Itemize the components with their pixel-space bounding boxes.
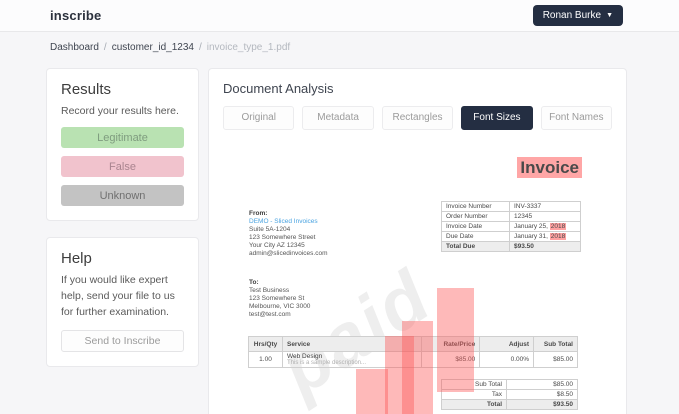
to-line: Melbourne, VIC 3000 (249, 303, 310, 311)
breadcrumb-current-file: invoice_type_1.pdf (207, 42, 290, 53)
user-name: Ronan Burke (543, 10, 601, 21)
detail-value: 12345 (510, 212, 581, 222)
to-label: To: (249, 279, 310, 287)
user-menu-button[interactable]: Ronan Burke ▼ (533, 5, 623, 26)
item-qty: 1.00 (249, 352, 283, 368)
highlighted-year: 2018 (550, 233, 566, 240)
help-title: Help (61, 250, 184, 267)
invoice-title-highlighted: Invoice (517, 157, 582, 178)
tab-rectangles[interactable]: Rectangles (382, 106, 453, 130)
legitimate-button[interactable]: Legitimate (61, 127, 184, 148)
detail-value: January 31, 2018 (510, 232, 581, 242)
detail-label: Invoice Date (442, 222, 510, 232)
results-card: Results Record your results here. Legiti… (46, 68, 199, 221)
tab-original[interactable]: Original (223, 106, 294, 130)
total-value: $85.00 (507, 380, 578, 390)
detail-label: Invoice Number (442, 202, 510, 212)
table-row: Invoice Date January 25, 2018 (442, 222, 581, 232)
sidebar: Results Record your results here. Legiti… (46, 68, 199, 367)
detail-label: Total Due (442, 242, 510, 252)
results-subtitle: Record your results here. (61, 104, 184, 119)
font-size-rectangle (356, 369, 388, 414)
grand-total-row: Total $93.50 (442, 400, 578, 410)
from-label: From: (249, 210, 328, 218)
invoice-details-table: Invoice Number INV-3337 Order Number 123… (441, 201, 581, 252)
total-due-row: Total Due $93.50 (442, 242, 581, 252)
breadcrumb-separator: / (199, 42, 202, 53)
detail-label: Order Number (442, 212, 510, 222)
from-line: admin@slicedinvoices.com (249, 250, 328, 258)
help-body-text: If you would like expert help, send your… (61, 273, 184, 320)
invoice-from-block: From: DEMO - Sliced Invoices Suite 5A-12… (249, 210, 328, 258)
detail-value: INV-3337 (510, 202, 581, 212)
font-size-rectangle (402, 321, 433, 414)
detail-value: $93.50 (510, 242, 581, 252)
breadcrumb: Dashboard / customer_id_1234 / invoice_t… (50, 42, 629, 53)
table-row: Invoice Number INV-3337 (442, 202, 581, 212)
from-company-link: DEMO - Sliced Invoices (249, 218, 328, 226)
total-value: $93.50 (507, 400, 578, 410)
table-row: Due Date January 31, 2018 (442, 232, 581, 242)
unknown-button[interactable]: Unknown (61, 185, 184, 206)
table-row: Order Number 12345 (442, 212, 581, 222)
font-size-rectangle (437, 288, 474, 392)
item-adjust: 0.00% (480, 352, 534, 368)
false-button[interactable]: False (61, 156, 184, 177)
col-header: Hrs/Qty (249, 337, 283, 352)
breadcrumb-dashboard[interactable]: Dashboard (50, 42, 99, 53)
total-value: $8.50 (507, 390, 578, 400)
page-title: Document Analysis (223, 81, 612, 96)
from-line: Your City AZ 12345 (249, 242, 328, 250)
to-line: 123 Somewhere St (249, 295, 310, 303)
results-title: Results (61, 81, 184, 98)
help-card: Help If you would like expert help, send… (46, 237, 199, 367)
highlighted-year: 2018 (550, 223, 566, 230)
detail-value: January 25, 2018 (510, 222, 581, 232)
item-subtotal: $85.00 (534, 352, 578, 368)
tab-font-sizes[interactable]: Font Sizes (461, 106, 532, 130)
col-header: Adjust (480, 337, 534, 352)
to-line: Test Business (249, 287, 310, 295)
chevron-down-icon: ▼ (606, 12, 613, 19)
to-line: test@test.com (249, 311, 310, 319)
send-to-inscribe-button[interactable]: Send to Inscribe (61, 330, 184, 352)
analysis-tabs: Original Metadata Rectangles Font Sizes … (223, 106, 612, 130)
document-analysis-card: Document Analysis Original Metadata Rect… (208, 68, 627, 414)
tab-metadata[interactable]: Metadata (302, 106, 373, 130)
content-area: Results Record your results here. Legiti… (0, 68, 679, 414)
breadcrumb-separator: / (104, 42, 107, 53)
tab-font-names[interactable]: Font Names (541, 106, 612, 130)
from-line: Suite 5A-1204 (249, 226, 328, 234)
app-logo[interactable]: inscribe (50, 8, 101, 23)
detail-label: Due Date (442, 232, 510, 242)
breadcrumb-customer[interactable]: customer_id_1234 (112, 42, 194, 53)
invoice-preview: paid Invoice From: DEMO - Sliced Invoice… (223, 140, 612, 408)
invoice-to-block: To: Test Business 123 Somewhere St Melbo… (249, 279, 310, 319)
top-navbar: inscribe Ronan Burke ▼ (0, 0, 679, 32)
col-header: Sub Total (534, 337, 578, 352)
total-label: Total (442, 400, 507, 410)
from-line: 123 Somewhere Street (249, 234, 328, 242)
